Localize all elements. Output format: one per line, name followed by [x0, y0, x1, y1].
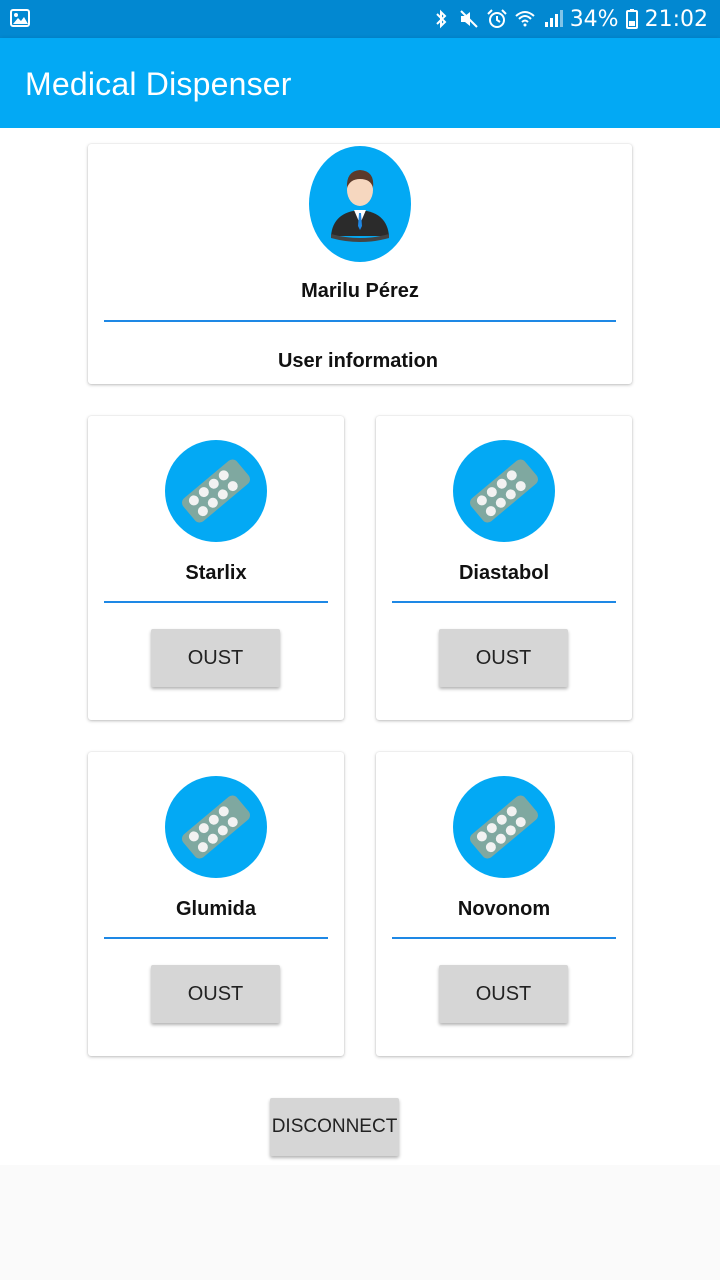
oust-button[interactable]: OUST	[439, 965, 568, 1023]
image-icon	[10, 9, 30, 27]
alarm-icon	[486, 8, 508, 30]
divider	[104, 601, 328, 603]
battery-icon	[625, 8, 639, 30]
medicine-name: Glumida	[175, 898, 256, 920]
pill-blister-icon	[165, 440, 267, 542]
medicine-card-glumida: Glumida OUST	[88, 752, 344, 1056]
divider	[104, 320, 616, 322]
divider	[392, 937, 616, 939]
medicine-name: Novonom	[457, 898, 551, 920]
medicine-name: Diastabol	[458, 562, 550, 584]
clock: 21:02	[644, 6, 708, 32]
divider	[392, 601, 616, 603]
pill-blister-icon	[453, 776, 555, 878]
app-bar: Medical Dispenser	[0, 38, 720, 128]
app-title: Medical Dispenser	[25, 66, 292, 102]
oust-button[interactable]: OUST	[151, 629, 280, 687]
main-content: Marilu Pérez User information Starlix OU…	[0, 128, 720, 1165]
pill-blister-icon	[453, 440, 555, 542]
battery-percent: 34%	[569, 6, 619, 32]
mute-icon	[458, 8, 480, 30]
medicine-card-novonom: Novonom OUST	[376, 752, 632, 1056]
medicine-name: Starlix	[185, 562, 247, 584]
pill-blister-icon	[165, 776, 267, 878]
divider	[104, 937, 328, 939]
user-name: Marilu Pérez	[301, 280, 419, 302]
user-avatar-icon	[309, 146, 411, 262]
empty-area	[0, 1165, 720, 1280]
medicine-card-starlix: Starlix OUST	[88, 416, 344, 720]
signal-icon	[542, 8, 564, 30]
disconnect-button[interactable]: DISCONNECT	[270, 1098, 399, 1156]
status-bar: 34% 21:02	[0, 0, 720, 38]
bluetooth-icon	[430, 8, 452, 30]
user-information-label[interactable]: User information	[88, 350, 628, 373]
medicine-card-diastabol: Diastabol OUST	[376, 416, 632, 720]
oust-button[interactable]: OUST	[151, 965, 280, 1023]
wifi-icon	[514, 8, 536, 30]
oust-button[interactable]: OUST	[439, 629, 568, 687]
user-card[interactable]: Marilu Pérez User information	[88, 144, 632, 384]
